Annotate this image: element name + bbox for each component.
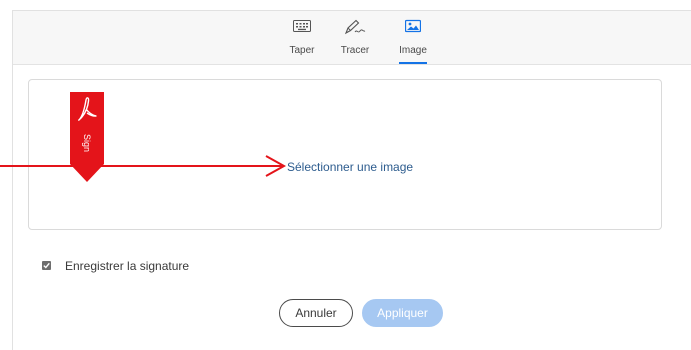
keyboard-icon bbox=[280, 19, 324, 41]
active-tab-indicator bbox=[399, 62, 427, 64]
signature-mode-tabs: Taper Tracer Image bbox=[13, 11, 691, 65]
tab-taper[interactable]: Taper bbox=[280, 19, 324, 64]
sign-flag-text: Sign bbox=[82, 134, 92, 152]
tab-image[interactable]: Image bbox=[391, 19, 435, 64]
checkmark-icon bbox=[43, 262, 50, 269]
tab-label: Image bbox=[399, 45, 427, 56]
save-signature-checkbox[interactable] bbox=[42, 261, 51, 270]
tab-label: Taper bbox=[289, 45, 315, 56]
select-image-link[interactable]: Sélectionner une image bbox=[287, 160, 413, 174]
adobe-sign-flag-icon: Sign bbox=[70, 92, 104, 182]
pen-draw-icon bbox=[333, 19, 377, 41]
save-signature-label: Enregistrer la signature bbox=[65, 259, 190, 273]
tab-tracer[interactable]: Tracer bbox=[333, 19, 377, 64]
apply-button[interactable]: Appliquer bbox=[362, 299, 443, 327]
tab-label: Tracer bbox=[340, 45, 370, 56]
cancel-button[interactable]: Annuler bbox=[279, 299, 353, 327]
arrow-annotation bbox=[0, 155, 287, 177]
image-icon bbox=[391, 19, 435, 41]
